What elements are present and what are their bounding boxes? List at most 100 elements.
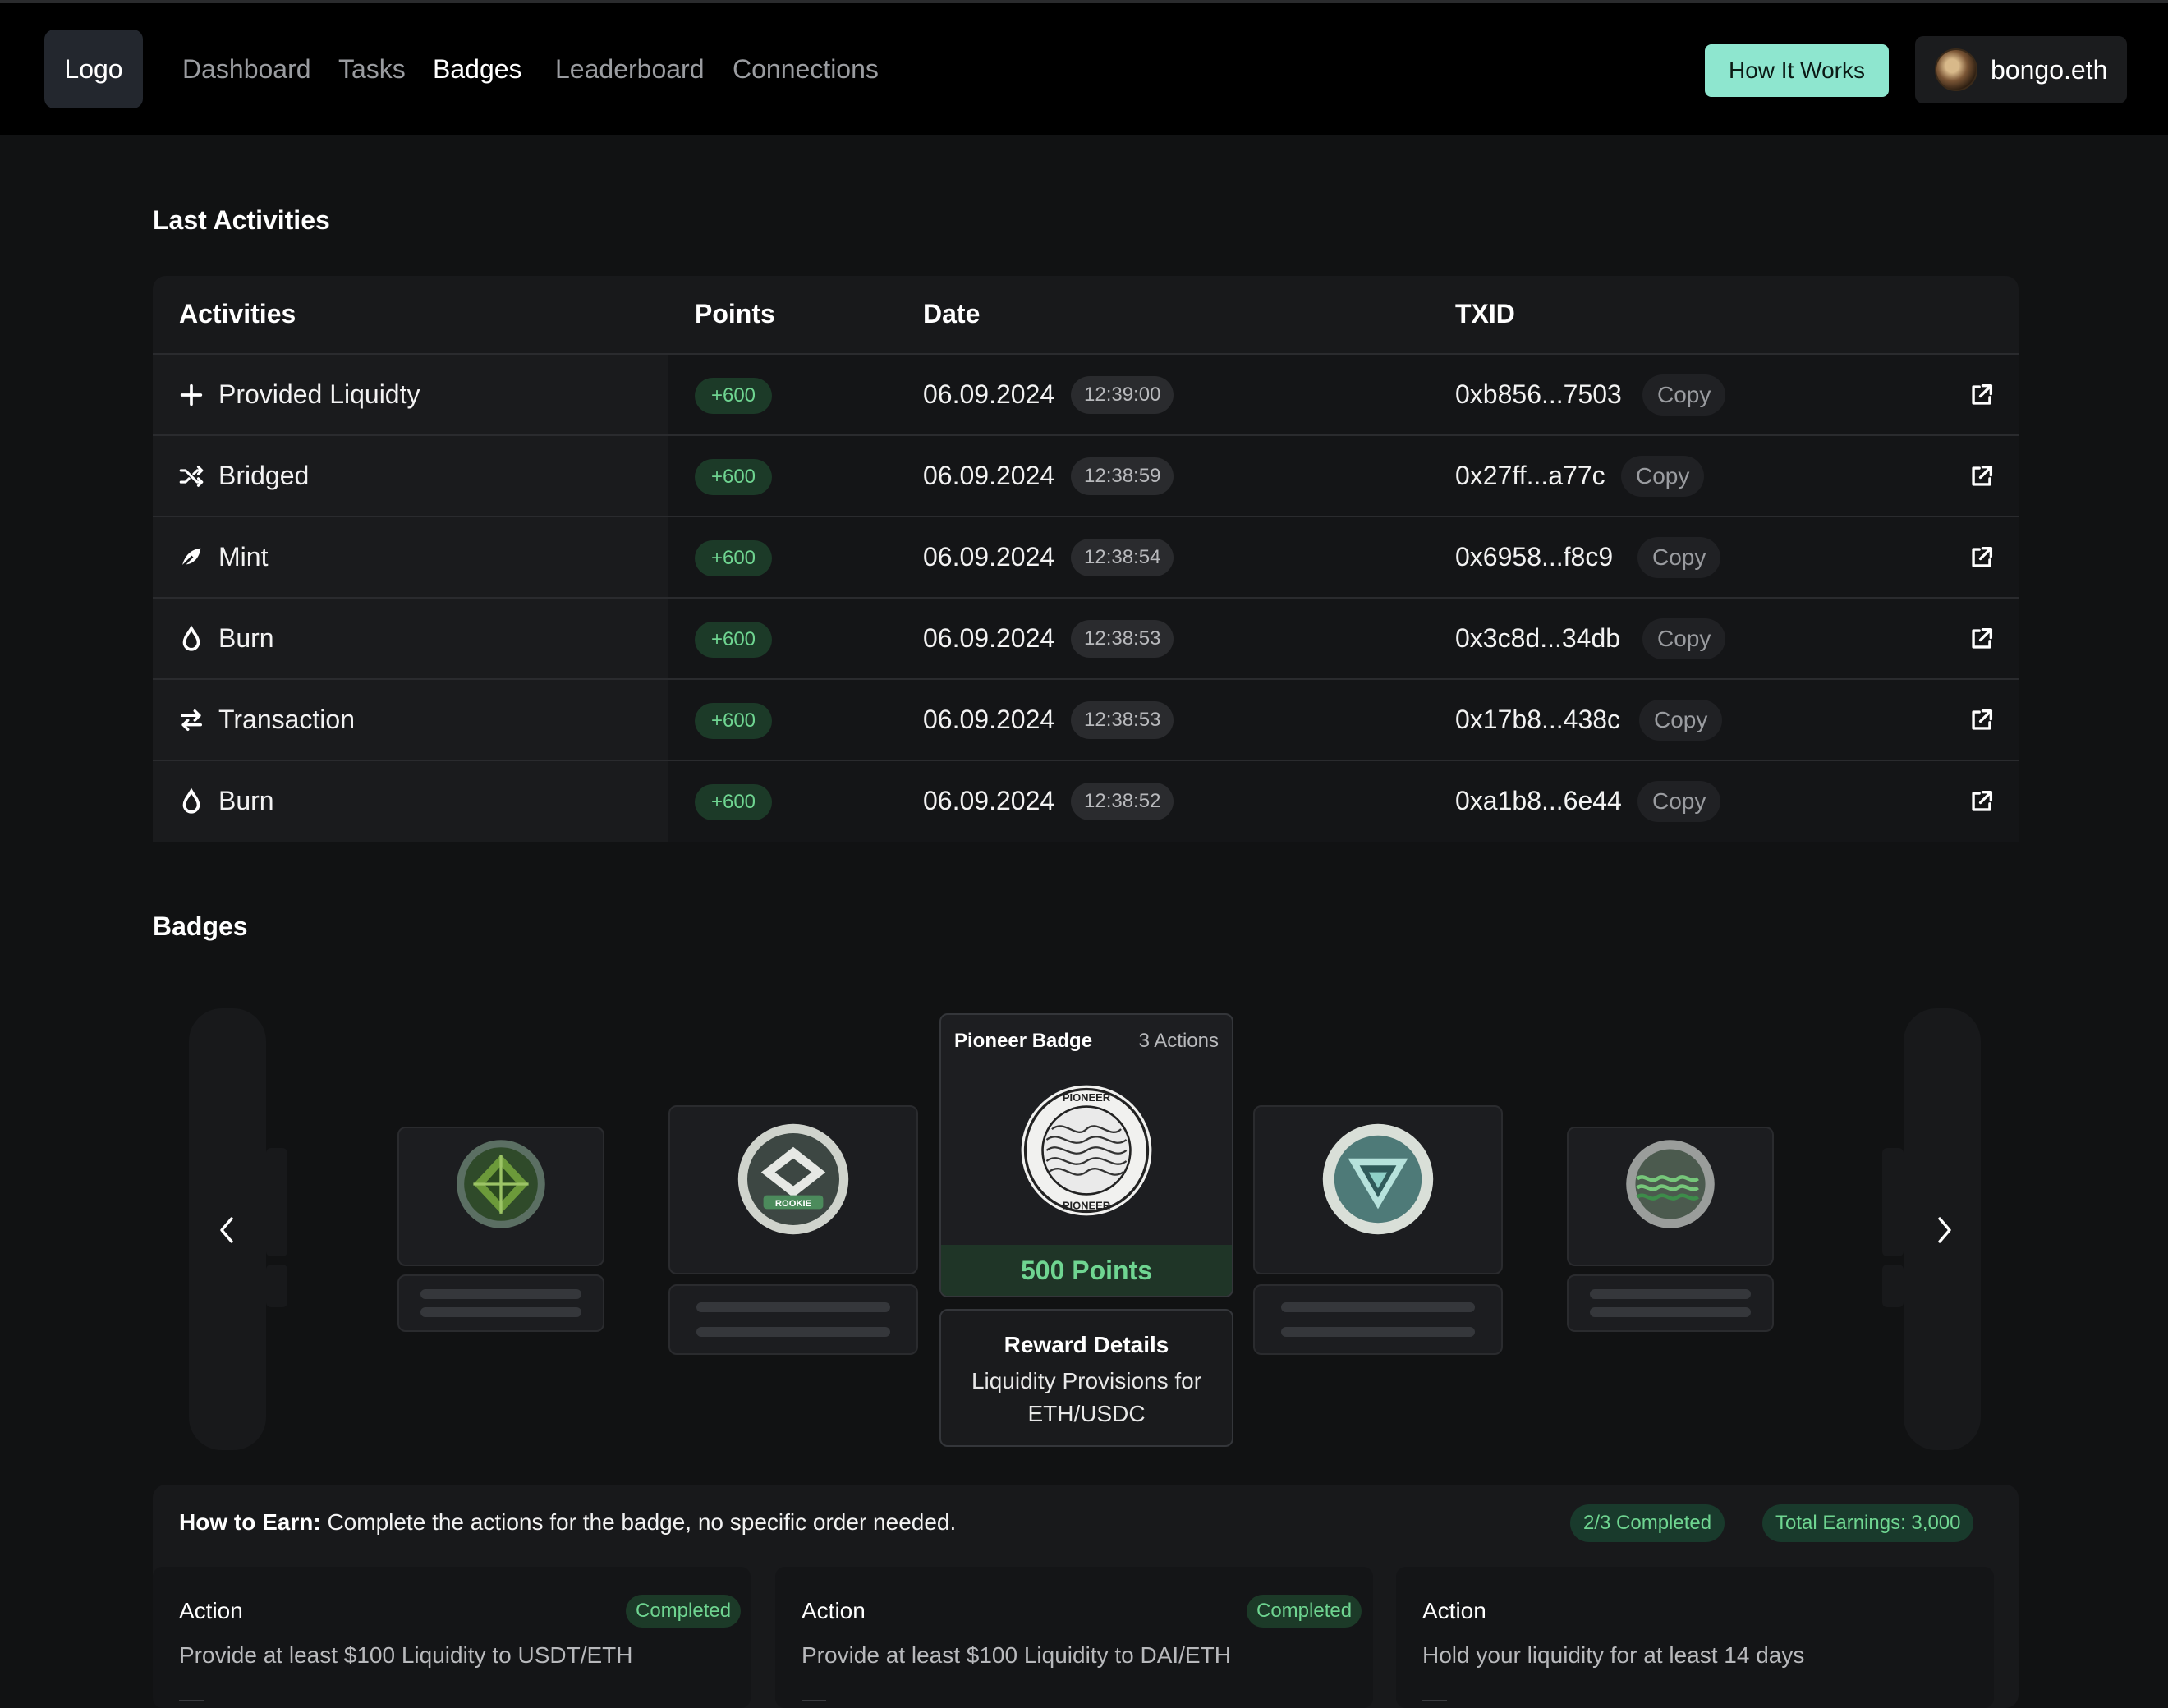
action-divider — [802, 1700, 826, 1701]
waves-badge-icon — [1626, 1140, 1715, 1228]
how-it-works-button[interactable]: How It Works — [1705, 44, 1889, 97]
how-to-earn-description: Complete the actions for the badge, no s… — [327, 1509, 957, 1535]
reward-details-card: Reward Details Liquidity Provisions for … — [939, 1309, 1233, 1447]
external-link-icon[interactable] — [1968, 462, 1996, 490]
badge-info-placeholder — [1567, 1274, 1774, 1332]
table-row: Transaction +600 06.09.2024 12:38:53 0x1… — [153, 678, 2019, 760]
activities-table: Activities Points Date TXID Provided Liq… — [153, 276, 2019, 842]
activity-date: 06.09.2024 — [923, 705, 1055, 734]
badge-card-rookie[interactable]: ROOKIE — [668, 1105, 918, 1274]
reward-details-text: Liquidity Provisions for ETH/USDC — [971, 1368, 1202, 1426]
points-badge: +600 — [695, 622, 772, 658]
activity-time: 12:39:00 — [1071, 376, 1174, 414]
txid-value: 0xb856...7503 — [1455, 379, 1622, 409]
copy-button[interactable]: Copy — [1621, 456, 1705, 497]
action-description: Provide at least $100 Liquidity to USDT/… — [179, 1642, 633, 1668]
txid-value: 0x3c8d...34db — [1455, 623, 1621, 653]
avatar — [1935, 48, 1977, 91]
activity-label: Bridged — [218, 461, 310, 490]
action-title: Action — [1422, 1598, 1486, 1623]
external-link-icon[interactable] — [1968, 706, 1996, 734]
badge-info-placeholder — [1253, 1284, 1503, 1355]
emerald-badge-icon — [457, 1140, 545, 1228]
external-link-icon[interactable] — [1968, 381, 1996, 409]
chevron-right-icon[interactable] — [1931, 1214, 1956, 1247]
how-to-earn-panel: How to Earn: Complete the actions for th… — [153, 1485, 2019, 1708]
action-status-badge: Completed — [1247, 1595, 1362, 1628]
badge-info-placeholder — [397, 1274, 604, 1332]
rookie-coin-text: ROOKIE — [775, 1199, 812, 1209]
column-header-points: Points — [695, 299, 775, 328]
points-badge: +600 — [695, 459, 772, 495]
carousel-peek-card — [266, 1148, 287, 1256]
skeleton-line — [696, 1302, 890, 1312]
copy-button[interactable]: Copy — [1642, 618, 1726, 659]
drop-icon — [182, 787, 200, 814]
action-description: Hold your liquidity for at least 14 days — [1422, 1642, 1805, 1668]
nav-dashboard[interactable]: Dashboard — [182, 54, 311, 84]
activity-date: 06.09.2024 — [923, 379, 1055, 409]
activity-label: Provided Liquidty — [218, 379, 420, 409]
badge-card-triangle[interactable] — [1253, 1105, 1503, 1274]
badges-title: Badges — [153, 911, 248, 941]
user-menu-button[interactable]: bongo.eth — [1915, 36, 2127, 103]
activity-time: 12:38:54 — [1071, 539, 1174, 576]
action-divider — [1422, 1700, 1447, 1701]
txid-value: 0x17b8...438c — [1455, 705, 1621, 734]
external-link-icon[interactable] — [1968, 544, 1996, 572]
column-header-txid: TXID — [1455, 299, 1515, 328]
nav-badges[interactable]: Badges — [433, 54, 522, 84]
activity-label: Burn — [218, 623, 274, 653]
activity-label: Mint — [218, 542, 269, 572]
badge-card-waves[interactable] — [1567, 1127, 1774, 1266]
table-row: Burn +600 06.09.2024 12:38:52 0xa1b8...6… — [153, 760, 2019, 842]
skeleton-line — [1590, 1289, 1751, 1299]
completed-count-badge: 2/3 Completed — [1570, 1504, 1725, 1542]
points-badge: +600 — [695, 378, 772, 414]
featured-badge-action-count: 3 Actions — [1138, 1030, 1219, 1052]
copy-button[interactable]: Copy — [1637, 781, 1721, 822]
points-badge: +600 — [695, 540, 772, 576]
chevron-left-icon[interactable] — [215, 1214, 240, 1247]
external-link-icon[interactable] — [1968, 787, 1996, 815]
skeleton-line — [1281, 1327, 1475, 1337]
txid-value: 0xa1b8...6e44 — [1455, 786, 1622, 815]
total-earnings-badge: Total Earnings: 3,000 — [1762, 1504, 1974, 1542]
featured-badge-card[interactable]: Pioneer Badge 3 Actions PIONEER PIONEER … — [939, 1013, 1233, 1297]
drop-icon — [182, 625, 200, 651]
nav-leaderboard[interactable]: Leaderboard — [555, 54, 704, 84]
activity-date: 06.09.2024 — [923, 542, 1055, 572]
activity-label: Transaction — [218, 705, 355, 734]
copy-button[interactable]: Copy — [1642, 374, 1726, 416]
external-link-icon[interactable] — [1968, 625, 1996, 653]
column-header-date: Date — [923, 299, 981, 328]
action-title: Action — [802, 1598, 866, 1623]
column-header-activities: Activities — [179, 299, 296, 328]
badge-card-emerald[interactable] — [397, 1127, 604, 1266]
pioneer-coin-text-top: PIONEER — [1063, 1091, 1111, 1104]
skeleton-line — [420, 1289, 581, 1299]
nav-connections[interactable]: Connections — [733, 54, 879, 84]
copy-button[interactable]: Copy — [1639, 700, 1723, 741]
nav-tasks[interactable]: Tasks — [338, 54, 406, 84]
table-row: Mint +600 06.09.2024 12:38:54 0x6958...f… — [153, 516, 2019, 598]
skeleton-line — [696, 1327, 890, 1337]
action-title: Action — [179, 1598, 243, 1623]
user-name: bongo.eth — [1991, 54, 2108, 85]
action-card: Action Completed Provide at least $100 L… — [153, 1567, 751, 1708]
txid-value: 0x27ff...a77c — [1455, 461, 1605, 490]
copy-button[interactable]: Copy — [1637, 537, 1721, 578]
plus-icon — [180, 383, 203, 406]
top-navbar: Logo Dashboard Tasks Badges Leaderboard … — [0, 3, 2168, 135]
table-row: Bridged +600 06.09.2024 12:38:59 0x27ff.… — [153, 434, 2019, 517]
activity-time: 12:38:53 — [1071, 701, 1174, 739]
logo[interactable]: Logo — [44, 30, 143, 108]
action-description: Provide at least $100 Liquidity to DAI/E… — [802, 1642, 1231, 1668]
reward-details-title: Reward Details — [1004, 1332, 1169, 1357]
featured-badge-points: 500 Points — [941, 1245, 1232, 1296]
carousel-peek-card — [1882, 1265, 1904, 1307]
badge-info-placeholder — [668, 1284, 918, 1355]
activity-label: Burn — [218, 786, 274, 815]
how-to-earn-label: How to Earn: — [179, 1509, 321, 1535]
pioneer-badge-icon: PIONEER PIONEER — [1021, 1085, 1152, 1216]
